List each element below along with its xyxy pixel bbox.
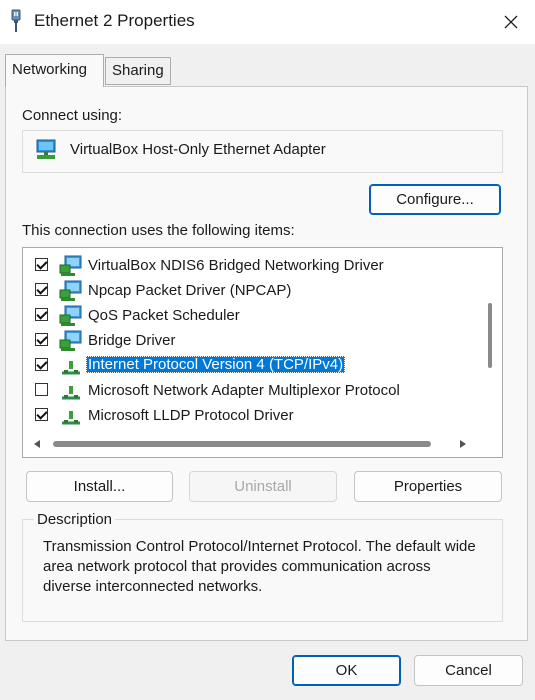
list-item[interactable]: Microsoft LLDP Protocol Driver <box>23 404 483 429</box>
properties-button[interactable]: Properties <box>354 471 502 502</box>
list-item[interactable]: Microsoft Network Adapter Multiplexor Pr… <box>23 379 483 404</box>
protocol-icon <box>59 355 83 381</box>
list-item[interactable]: VirtualBox NDIS6 Bridged Networking Driv… <box>23 254 483 279</box>
close-icon <box>504 15 518 29</box>
cancel-button[interactable]: Cancel <box>414 655 523 686</box>
connect-using-label: Connect using: <box>22 107 123 124</box>
network-client-icon <box>59 280 83 306</box>
protocol-icon <box>59 405 83 431</box>
item-checkbox[interactable] <box>35 283 48 296</box>
item-checkbox[interactable] <box>35 408 48 421</box>
network-client-icon <box>59 255 83 281</box>
item-checkbox[interactable] <box>35 383 48 396</box>
horizontal-scrollbar[interactable] <box>53 441 431 447</box>
network-adapter-icon <box>8 9 24 33</box>
description-text: Transmission Control Protocol/Internet P… <box>43 538 476 595</box>
ok-button[interactable]: OK <box>292 655 401 686</box>
item-label: Microsoft Network Adapter Multiplexor Pr… <box>88 382 400 399</box>
configure-button[interactable]: Configure... <box>369 184 501 215</box>
network-client-icon <box>59 330 83 356</box>
item-label: QoS Packet Scheduler <box>88 307 240 324</box>
close-button[interactable] <box>487 0 535 44</box>
network-client-icon <box>59 305 83 331</box>
scroll-left-icon[interactable] <box>32 436 42 453</box>
description-title: Description <box>34 511 116 528</box>
scroll-right-icon[interactable] <box>458 436 468 453</box>
tab-networking[interactable]: Networking <box>5 54 104 87</box>
uninstall-button[interactable]: Uninstall <box>189 471 337 502</box>
adapter-name: VirtualBox Host-Only Ethernet Adapter <box>70 141 326 158</box>
list-item[interactable]: Npcap Packet Driver (NPCAP) <box>23 279 483 304</box>
item-label: Npcap Packet Driver (NPCAP) <box>88 282 292 299</box>
network-adapter-icon <box>35 139 59 165</box>
window-title: Ethernet 2 Properties <box>34 11 195 30</box>
items-label: This connection uses the following items… <box>22 222 295 239</box>
item-label: VirtualBox NDIS6 Bridged Networking Driv… <box>88 257 384 274</box>
tab-sharing[interactable]: Sharing <box>105 57 171 85</box>
item-checkbox[interactable] <box>35 308 48 321</box>
list-item[interactable]: QoS Packet Scheduler <box>23 304 483 329</box>
components-list[interactable]: VirtualBox NDIS6 Bridged Networking Driv… <box>22 247 503 458</box>
item-label: Internet Protocol Version 4 (TCP/IPv4) <box>86 356 346 373</box>
item-checkbox[interactable] <box>35 258 48 271</box>
item-checkbox[interactable] <box>35 358 48 371</box>
vertical-scrollbar[interactable] <box>488 303 492 368</box>
item-label: Bridge Driver <box>88 332 176 349</box>
install-button[interactable]: Install... <box>26 471 173 502</box>
item-label: Microsoft LLDP Protocol Driver <box>88 407 294 424</box>
item-checkbox[interactable] <box>35 333 48 346</box>
list-item[interactable]: Bridge Driver <box>23 329 483 354</box>
protocol-icon <box>59 380 83 406</box>
list-item-selected[interactable]: Internet Protocol Version 4 (TCP/IPv4) <box>23 354 483 379</box>
